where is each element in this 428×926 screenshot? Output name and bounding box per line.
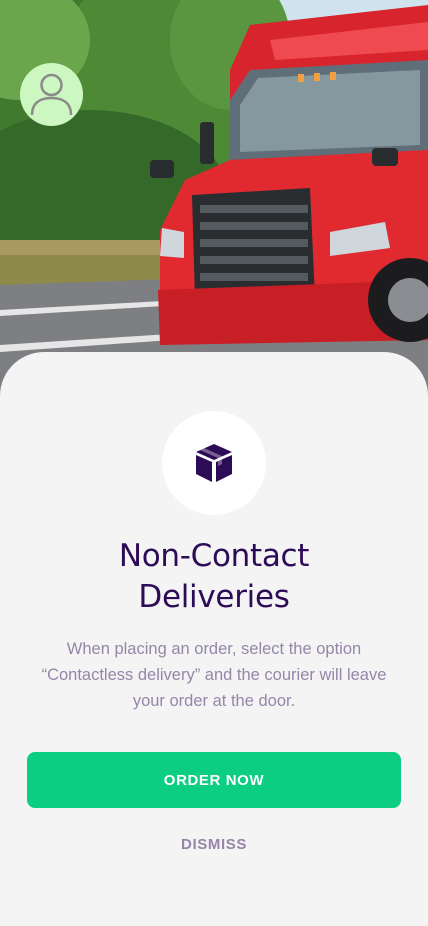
promo-description-line-3: your order at the door. bbox=[132, 692, 296, 710]
promo-sheet: Non-Contact Deliveries When placing an o… bbox=[0, 352, 428, 926]
hero-truck-image bbox=[0, 0, 428, 400]
promo-description-line-1: When placing an order, select the option bbox=[66, 640, 362, 658]
promo-title: Non-Contact Deliveries bbox=[0, 536, 428, 618]
package-box-icon bbox=[196, 444, 232, 482]
package-icon-circle bbox=[162, 411, 266, 515]
promo-description: When placing an order, select the option… bbox=[30, 636, 398, 714]
profile-avatar[interactable] bbox=[20, 63, 83, 126]
promo-description-line-2: “Contactless delivery” and the courier w… bbox=[41, 666, 387, 684]
order-now-button[interactable]: ORDER NOW bbox=[27, 752, 401, 808]
onboarding-screen: Non-Contact Deliveries When placing an o… bbox=[0, 0, 428, 926]
promo-title-line-2: Deliveries bbox=[138, 579, 290, 615]
user-icon bbox=[30, 73, 73, 116]
dismiss-button[interactable]: DISMISS bbox=[164, 832, 264, 856]
promo-title-line-1: Non-Contact bbox=[118, 538, 310, 574]
